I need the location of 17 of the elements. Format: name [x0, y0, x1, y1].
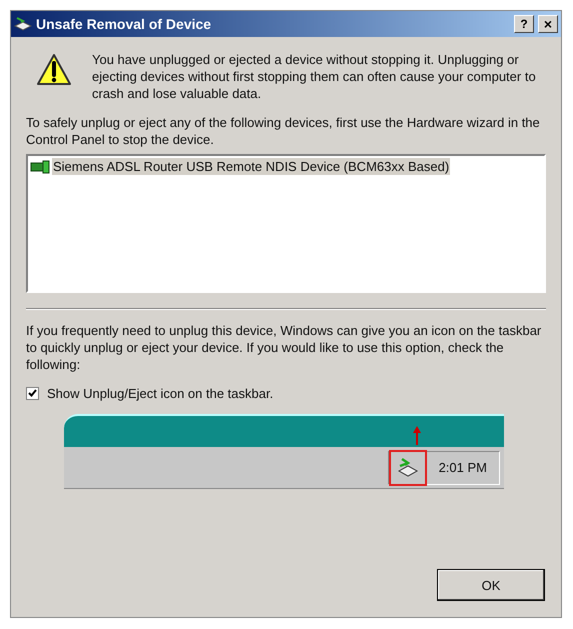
taskbar-clock: 2:01 PM: [438, 459, 488, 476]
checkbox[interactable]: [26, 387, 39, 400]
window-title: Unsafe Removal of Device: [36, 14, 212, 34]
checkbox-label: Show Unplug/Eject icon on the taskbar.: [47, 385, 274, 402]
device-icon: [14, 16, 32, 32]
eject-icon[interactable]: [396, 456, 420, 478]
device-name: Siemens ADSL Router USB Remote NDIS Device (BCM63xx Based): [52, 158, 450, 175]
network-device-icon: [30, 160, 50, 174]
ok-button[interactable]: OK: [437, 569, 545, 601]
option-description: If you frequently need to unplug this device, Windows can give you an icon on the taskbar to quickly unplug or eject your device. If you would like to use this option, check the following:: [26, 322, 542, 373]
warning-icon: [36, 53, 72, 87]
arrow-icon: [412, 425, 422, 447]
close-button[interactable]: ×: [538, 15, 558, 33]
instructions-text: To safely unplug or eject any of the following devices, first use the Hardware wizard in the Control Panel to stop the device.: [26, 114, 541, 148]
device-list-item[interactable]: Siemens ADSL Router USB Remote NDIS Device (BCM63xx Based): [30, 158, 542, 175]
help-button[interactable]: ?: [514, 15, 534, 33]
warning-message: You have unplugged or ejected a device without stopping it. Unplugging or ejecting devices without first stopping them can often cause your computer to crash and lose valuable data.: [92, 51, 537, 102]
